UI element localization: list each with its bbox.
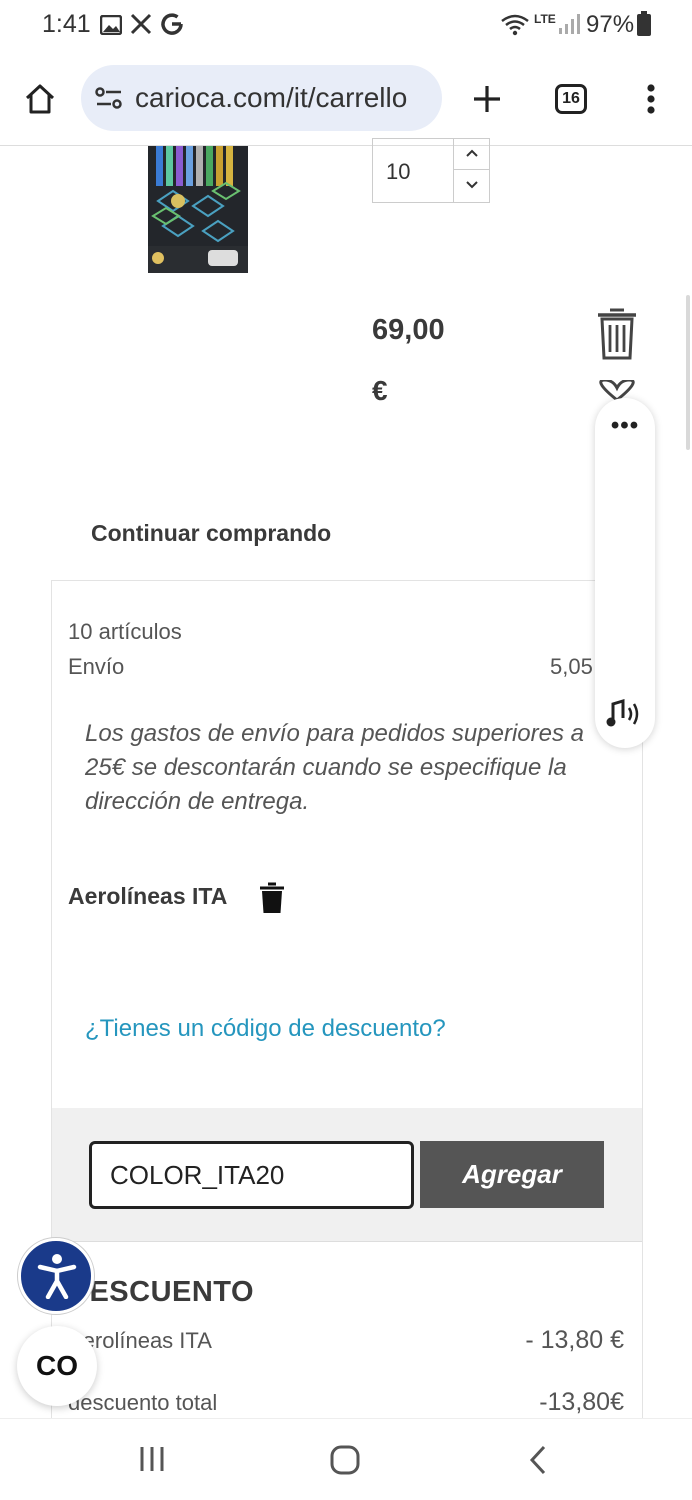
shipping-value: 5,05 <box>550 654 593 679</box>
items-count: 10 artículos <box>68 619 182 644</box>
address-bar[interactable]: carioca.com/it/carrello <box>81 65 442 131</box>
quantity-buttons <box>453 139 490 202</box>
network-type-label: LTE <box>534 12 556 26</box>
accessibility-icon <box>37 1253 77 1304</box>
product-currency: € <box>372 375 388 406</box>
remove-item-icon[interactable] <box>596 306 638 365</box>
recent-apps-icon[interactable] <box>138 1445 166 1478</box>
status-time: 1:41 <box>42 10 91 38</box>
wifi-icon <box>500 13 530 42</box>
battery-icon <box>637 11 651 36</box>
home-icon[interactable] <box>24 83 56 120</box>
scrollbar[interactable] <box>686 295 690 450</box>
back-nav-icon[interactable] <box>528 1445 548 1480</box>
browser-toolbar: carioca.com/it/carrello 16 <box>0 52 692 146</box>
battery-percent: 97% <box>586 11 635 38</box>
quantity-increase-button[interactable] <box>454 139 490 170</box>
discount-row-value: - 13,80 € <box>525 1326 624 1354</box>
site-settings-icon[interactable] <box>95 86 123 115</box>
quantity-value[interactable]: 10 <box>386 159 410 185</box>
home-nav-icon[interactable] <box>330 1445 360 1480</box>
quantity-decrease-button[interactable] <box>454 170 490 201</box>
more-menu-icon[interactable] <box>645 83 657 120</box>
product-image[interactable] <box>148 146 248 273</box>
discount-title: DESCUENTO <box>68 1276 255 1308</box>
product-price: 69,00 <box>372 314 445 346</box>
discount-total-label: descuento total <box>68 1390 218 1415</box>
co-widget-button[interactable]: CO <box>17 1326 97 1406</box>
url-text: carioca.com/it/carrello <box>135 82 408 113</box>
signal-icon <box>558 13 580 40</box>
chevron-down-icon <box>465 177 479 195</box>
chevron-up-icon <box>465 145 479 163</box>
discount-total-value: -13,80€ <box>539 1388 624 1416</box>
accessibility-button[interactable] <box>18 1238 94 1314</box>
quantity-stepper[interactable]: 10 <box>372 138 490 203</box>
new-tab-icon[interactable] <box>472 84 502 119</box>
continue-shopping-link[interactable]: Continuar comprando <box>91 520 331 547</box>
add-promo-button[interactable]: Agregar <box>420 1141 604 1208</box>
system-nav-bar <box>0 1418 692 1500</box>
gallery-icon <box>99 14 123 40</box>
status-bar: 1:41 LTE 97% <box>0 0 692 52</box>
x-icon <box>130 13 152 40</box>
promo-code-input[interactable] <box>89 1141 414 1209</box>
remove-voucher-icon[interactable] <box>259 882 285 919</box>
shipping-note: Los gastos de envío para pedidos superio… <box>85 720 584 815</box>
floating-tools-panel[interactable]: ••• <box>595 398 655 748</box>
google-icon <box>160 12 184 41</box>
applied-voucher-name: Aerolíneas ITA <box>68 883 228 909</box>
tab-switcher-button[interactable]: 16 <box>555 84 587 114</box>
read-aloud-icon[interactable] <box>605 698 645 735</box>
more-options-icon[interactable]: ••• <box>595 412 655 440</box>
shipping-label: Envío <box>68 654 125 679</box>
discount-code-link[interactable]: ¿Tienes un código de descuento? <box>85 1015 446 1043</box>
